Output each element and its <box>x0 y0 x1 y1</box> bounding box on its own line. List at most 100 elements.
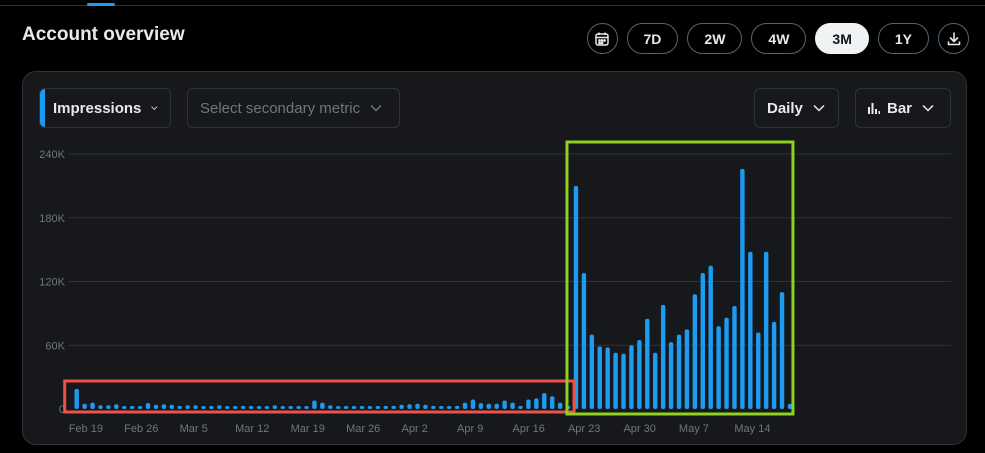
download-icon <box>947 31 960 45</box>
chart-type-dropdown[interactable]: Bar <box>855 88 951 128</box>
bar <box>129 406 135 409</box>
bar <box>296 406 301 409</box>
x-tick-label: Apr 9 <box>457 423 483 435</box>
x-tick-label: Mar 5 <box>180 423 208 435</box>
download-button[interactable] <box>938 23 969 54</box>
bar <box>748 251 753 409</box>
bar <box>431 405 436 409</box>
bar <box>668 342 674 409</box>
bar <box>304 406 309 409</box>
y-tick-label: 240K <box>39 149 65 161</box>
chevron-down-icon <box>922 104 934 112</box>
range-4w-button[interactable]: 4W <box>751 23 807 54</box>
bar <box>225 406 230 409</box>
x-tick-label: Apr 30 <box>623 423 655 435</box>
bar <box>240 405 246 409</box>
x-tick-label: Feb 19 <box>69 423 103 435</box>
bar <box>439 406 444 409</box>
chevron-down-icon <box>151 106 158 110</box>
bar <box>462 402 468 409</box>
bar <box>454 405 460 409</box>
secondary-metric-placeholder: Select secondary metric <box>200 99 361 117</box>
bar <box>122 406 127 409</box>
bar <box>264 406 270 409</box>
x-tick-label: Apr 23 <box>568 423 600 435</box>
bar <box>98 405 103 409</box>
bar <box>740 168 745 409</box>
bar <box>676 334 682 409</box>
secondary-metric-dropdown[interactable]: Select secondary metric <box>187 88 400 128</box>
range-3m-button[interactable]: 3M <box>815 23 869 54</box>
primary-metric-dropdown[interactable]: Impressions <box>39 88 171 128</box>
bar <box>613 352 618 409</box>
calendar-icon <box>595 32 609 46</box>
bar <box>328 405 333 409</box>
primary-metric-label: Impressions <box>53 99 142 117</box>
x-tick-label: Mar 26 <box>346 423 380 435</box>
range-1y-button[interactable]: 1Y <box>877 23 929 54</box>
bar <box>446 406 452 409</box>
bar <box>542 393 547 409</box>
bar <box>732 305 737 409</box>
bar <box>573 185 579 409</box>
bar <box>518 405 523 409</box>
top-divider <box>0 5 985 6</box>
bar <box>478 403 484 409</box>
bar <box>193 405 198 409</box>
bar <box>653 352 658 409</box>
bar <box>771 321 777 409</box>
bar <box>280 406 285 409</box>
bar <box>756 332 761 409</box>
range-7d-button[interactable]: 7D <box>626 23 679 54</box>
bar <box>153 404 159 409</box>
calendar-button[interactable] <box>586 23 618 54</box>
x-tick-label: Mar 12 <box>235 423 269 435</box>
range-2w-button[interactable]: 2W <box>687 23 743 54</box>
bar <box>256 406 262 409</box>
bar <box>209 406 214 409</box>
bar <box>161 404 167 409</box>
bar <box>145 403 151 409</box>
interval-label: Daily <box>767 99 803 117</box>
bar <box>407 404 412 409</box>
bar <box>375 406 381 409</box>
bar <box>177 405 182 409</box>
y-tick-label: 120K <box>39 277 65 289</box>
bar <box>645 318 650 409</box>
x-tick-label: Apr 16 <box>513 423 545 435</box>
bar <box>692 294 698 409</box>
bar <box>169 404 174 409</box>
bar <box>581 273 587 409</box>
bar <box>217 405 222 409</box>
bar <box>660 304 666 409</box>
bar <box>700 273 705 409</box>
bar <box>90 402 95 409</box>
chart-card: 0 60K 120K 180K 240K Feb 19 Feb 26 Mar 5 Mar 12 M… <box>22 71 967 445</box>
bar <box>185 405 190 409</box>
bar <box>106 405 111 409</box>
bar <box>763 251 769 409</box>
chevron-down-icon <box>370 104 382 112</box>
chart-type-label: Bar <box>887 99 913 117</box>
bar <box>597 346 602 409</box>
bar <box>312 400 317 409</box>
bar <box>399 404 404 409</box>
x-tick-label: Feb 26 <box>124 423 158 435</box>
y-tick-label: 60K <box>45 340 65 352</box>
bar <box>605 347 610 409</box>
bar <box>114 404 119 409</box>
bar <box>248 406 254 409</box>
bar <box>557 402 563 409</box>
bar <box>470 399 476 409</box>
bar <box>137 406 143 409</box>
bar <box>82 403 87 409</box>
chevron-down-icon <box>813 104 825 112</box>
x-tick-label: Apr 2 <box>402 423 428 435</box>
bar <box>724 317 729 409</box>
interval-dropdown[interactable]: Daily <box>754 88 839 128</box>
bar <box>494 403 499 409</box>
bar <box>637 339 642 409</box>
bar <box>502 400 507 409</box>
bar <box>550 396 555 409</box>
bar <box>343 406 349 409</box>
